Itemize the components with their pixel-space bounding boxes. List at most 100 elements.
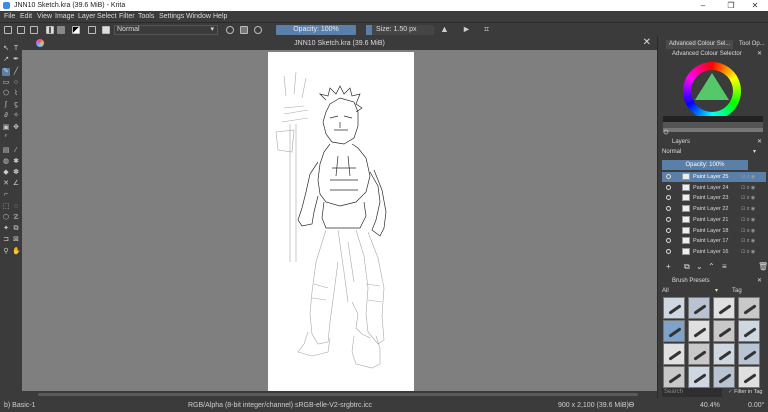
visibility-eye-icon[interactable] <box>666 184 671 190</box>
menu-edit[interactable]: Edit <box>20 13 32 20</box>
gradient-icon[interactable] <box>46 26 54 34</box>
tab-advanced-colour-selector[interactable]: Advanced Colour Sel... <box>666 40 734 49</box>
text-tool-icon[interactable]: T <box>12 45 20 53</box>
freehand-selection-icon[interactable]: ☡ <box>12 214 20 222</box>
pattern-icon[interactable] <box>57 26 65 34</box>
smart-patch-icon[interactable]: ✱ <box>12 158 20 166</box>
color-swap-icon[interactable] <box>72 26 80 34</box>
calligraphy-icon[interactable]: ✒ <box>12 56 20 64</box>
brush-preset-tile[interactable] <box>688 297 710 319</box>
similar-selection-icon[interactable]: ⧉ <box>12 225 20 233</box>
pan-tool-icon[interactable]: ✋ <box>12 248 21 256</box>
add-layer-icon[interactable]: + <box>666 262 671 272</box>
select-shapes-icon[interactable]: ↖ <box>2 45 10 53</box>
close-presets-icon[interactable]: ✕ <box>757 277 762 285</box>
rectangle-tool-icon[interactable]: ▭ <box>2 79 10 87</box>
mirror-horizontal-icon[interactable]: ▲ <box>440 25 449 34</box>
wrap-around-icon[interactable]: ⌗ <box>484 25 492 34</box>
colour-selector[interactable] <box>663 62 763 138</box>
layer-row[interactable]: Paint Layer 18 ⊡ α ◉ <box>662 226 766 236</box>
drawing-canvas[interactable] <box>268 52 414 391</box>
visibility-eye-icon[interactable] <box>666 174 671 179</box>
close-document-icon[interactable]: ✕ <box>643 37 651 48</box>
brush-settings-icon[interactable] <box>88 26 96 34</box>
menu-window[interactable]: Window <box>186 13 211 20</box>
brush-preset-tile[interactable] <box>663 343 685 365</box>
preserve-alpha-icon[interactable] <box>240 26 248 34</box>
delete-layer-icon[interactable]: 🗑 <box>758 262 768 272</box>
eraser-mode-icon[interactable] <box>226 26 234 34</box>
freehand-path-icon[interactable]: ϛ <box>12 101 20 109</box>
visibility-eye-icon[interactable] <box>666 195 671 201</box>
layer-lock-alpha-icons[interactable]: ⊡ α ◉ <box>741 226 755 236</box>
layer-row[interactable]: Paint Layer 23 ⊡ α ◉ <box>662 193 766 203</box>
menu-select[interactable]: Select <box>97 13 116 20</box>
enclose-fill-icon[interactable]: ✽ <box>12 169 20 177</box>
brush-preset-icon[interactable] <box>102 26 110 34</box>
horizontal-scrollbar[interactable] <box>22 391 657 398</box>
move-layer-up-icon[interactable]: ⌃ <box>708 262 715 272</box>
layer-row[interactable]: Paint Layer 16 ⊡ α ◉ <box>662 247 766 257</box>
visibility-eye-icon[interactable] <box>666 248 671 254</box>
menu-help[interactable]: Help <box>213 13 227 20</box>
menu-tools[interactable]: Tools <box>138 13 154 20</box>
freehand-brush-icon[interactable]: ✎ <box>2 68 10 76</box>
current-brush-status[interactable]: b) Basic-1 <box>4 402 36 409</box>
opacity-slider[interactable]: Opacity: 100% <box>276 25 356 35</box>
visibility-eye-icon[interactable] <box>666 206 671 212</box>
minimize-button[interactable]: – <box>690 0 716 11</box>
brush-preset-tile[interactable] <box>663 297 685 319</box>
rect-selection-icon[interactable]: ⬚ <box>2 203 10 211</box>
gradient-tool-icon[interactable]: ▤ <box>2 147 10 155</box>
dynamic-brush-icon[interactable]: ∂ <box>2 112 10 120</box>
menu-filter[interactable]: Filter <box>119 13 135 20</box>
polygon-selection-icon[interactable]: ⬡ <box>2 214 10 222</box>
line-tool-icon[interactable]: ╱ <box>12 68 20 76</box>
colour-wheel[interactable] <box>663 62 763 138</box>
brush-preset-tile[interactable] <box>713 343 735 365</box>
brush-preset-tile[interactable] <box>738 320 760 342</box>
fill-tool-icon[interactable]: ◆ <box>2 169 10 177</box>
move-tool-icon[interactable]: ✥ <box>12 124 20 132</box>
crop-tool-icon[interactable]: ⌜ <box>2 135 10 143</box>
menu-settings[interactable]: Settings <box>159 13 184 20</box>
layer-lock-alpha-icons[interactable]: ⊡ α ◉ <box>741 247 755 257</box>
rotation-value[interactable]: 0.00° <box>748 402 764 409</box>
maximize-button[interactable]: ❐ <box>718 0 744 11</box>
transform-tool-icon[interactable]: ▣ <box>2 124 10 132</box>
layer-opacity-slider[interactable]: Opacity: 100% <box>662 160 748 170</box>
layer-blend-select[interactable]: Normal ▾ <box>662 148 758 157</box>
zoom-tool-icon[interactable]: ⚲ <box>2 248 10 256</box>
layer-row[interactable]: Paint Layer 24 ⊡ α ◉ <box>662 183 766 193</box>
brush-preset-tile[interactable] <box>738 343 760 365</box>
menu-layer[interactable]: Layer <box>78 13 96 20</box>
brush-preset-tile[interactable] <box>738 297 760 319</box>
visibility-eye-icon[interactable] <box>666 227 671 233</box>
visibility-eye-icon[interactable] <box>666 238 671 244</box>
layer-lock-alpha-icons[interactable]: ⊡ α ◉ <box>741 183 755 193</box>
polygon-tool-icon[interactable]: ⬠ <box>2 90 10 98</box>
zoom-level[interactable]: 40.4% <box>700 402 720 409</box>
layer-lock-alpha-icons[interactable]: ⊡ α ◉ <box>741 193 755 203</box>
layer-row[interactable]: Paint Layer 22 ⊡ α ◉ <box>662 204 766 214</box>
measure-tool-icon[interactable]: ∠ <box>12 180 20 188</box>
open-document-icon[interactable] <box>17 26 25 34</box>
new-document-icon[interactable] <box>4 26 12 34</box>
brush-preset-tile[interactable] <box>713 320 735 342</box>
size-slider[interactable]: Size: 1.50 px <box>366 25 434 35</box>
brush-filter-select[interactable]: All ▾ <box>662 287 720 295</box>
reference-images-icon[interactable]: ⌐ <box>2 191 10 199</box>
magnetic-selection-icon[interactable]: ⊠ <box>12 236 20 244</box>
ellipse-selection-icon[interactable]: ◌ <box>12 203 20 211</box>
menu-file[interactable]: File <box>4 13 15 20</box>
menu-image[interactable]: Image <box>55 13 74 20</box>
visibility-eye-icon[interactable] <box>666 216 671 222</box>
duplicate-layer-icon[interactable]: ⧉ <box>684 262 690 272</box>
layer-lock-alpha-icons[interactable]: ⊡ α ◉ <box>741 172 755 182</box>
layer-lock-alpha-icons[interactable]: ⊡ α ◉ <box>741 215 755 225</box>
close-window-button[interactable]: ✕ <box>742 0 768 11</box>
assistant-tool-icon[interactable]: ✕ <box>2 180 10 188</box>
brush-preset-tile[interactable] <box>688 343 710 365</box>
move-layer-down-icon[interactable]: ⌄ <box>696 262 703 272</box>
ellipse-tool-icon[interactable]: ○ <box>12 79 20 87</box>
